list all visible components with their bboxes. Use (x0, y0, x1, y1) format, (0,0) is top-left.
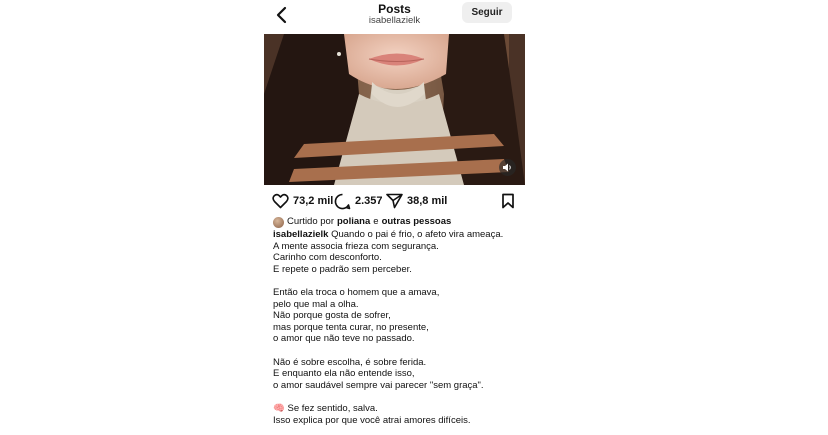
speaker-icon (503, 163, 511, 172)
caption-line: Então ela troca o homem que a amava, (273, 286, 440, 298)
caption-line: A mente associa frieza com segurança. (273, 240, 439, 252)
liked-by-prefix: Curtido por (287, 216, 334, 228)
save-button[interactable] (501, 191, 515, 211)
liked-by-connector: e (373, 216, 379, 228)
follow-button[interactable]: Seguir (462, 2, 512, 23)
liked-by-user[interactable]: poliana (337, 216, 370, 228)
post-video[interactable] (264, 34, 525, 185)
like-button[interactable]: 73,2 mil (272, 191, 333, 211)
caption-closing-line: 🧠 Se fez sentido, salva. (273, 403, 533, 415)
comment-icon (334, 193, 351, 209)
caption-first-line: isabellazielk Quando o pai é frio, o afe… (273, 229, 533, 241)
caption-line (273, 391, 533, 403)
bookmark-icon (502, 193, 514, 209)
caption-line: Carinho com desconforto. (273, 252, 382, 264)
caption-line: o amor que não teve no passado. (273, 333, 415, 345)
video-frame-image (264, 34, 525, 185)
send-icon (386, 193, 403, 209)
caption-line (273, 345, 533, 357)
caption-author[interactable]: isabellazielk (273, 229, 328, 240)
sound-toggle[interactable] (499, 159, 516, 176)
shares-count: 38,8 mil (407, 195, 448, 207)
caption-line (273, 275, 533, 287)
post-caption: Curtido por poliana e outras pessoas isa… (273, 215, 533, 426)
liked-by-row[interactable]: Curtido por poliana e outras pessoas (273, 215, 533, 229)
caption-line: o amor saudável sempre vai parecer "sem … (273, 379, 484, 391)
post-actions-bar: 73,2 mil 2.357 38,8 mil (270, 191, 520, 213)
liker-avatar (273, 216, 284, 228)
share-button[interactable]: 38,8 mil (386, 191, 447, 211)
liked-by-others[interactable]: outras pessoas (382, 216, 452, 228)
caption-last-line: Isso explica por que você atrai amores d… (273, 414, 471, 426)
caption-line: mas porque tenta curar, no presente, (273, 321, 429, 333)
post-header: Posts isabellazielk Seguir (262, 0, 527, 34)
caption-line: E enquanto ela não entende isso, (273, 368, 415, 380)
caption-line: Não é sobre escolha, é sobre ferida. (273, 356, 427, 368)
caption-line: pelo que mal a olha. (273, 298, 359, 310)
brain-emoji-icon: 🧠 (273, 402, 285, 414)
caption-line: Não porque gosta de sofrer, (273, 310, 391, 322)
caption-text: Quando o pai é frio, o afeto vira ameaça… (331, 229, 504, 240)
caption-body: A mente associa frieza com segurança. Car… (273, 241, 533, 403)
caption-closing-text: Se fez sentido, salva. (287, 402, 378, 414)
comments-count: 2.357 (355, 195, 383, 207)
caption-line: E repete o padrão sem perceber. (273, 263, 412, 275)
likes-count: 73,2 mil (293, 195, 334, 207)
heart-icon (272, 193, 289, 209)
comment-button[interactable]: 2.357 (334, 191, 383, 211)
